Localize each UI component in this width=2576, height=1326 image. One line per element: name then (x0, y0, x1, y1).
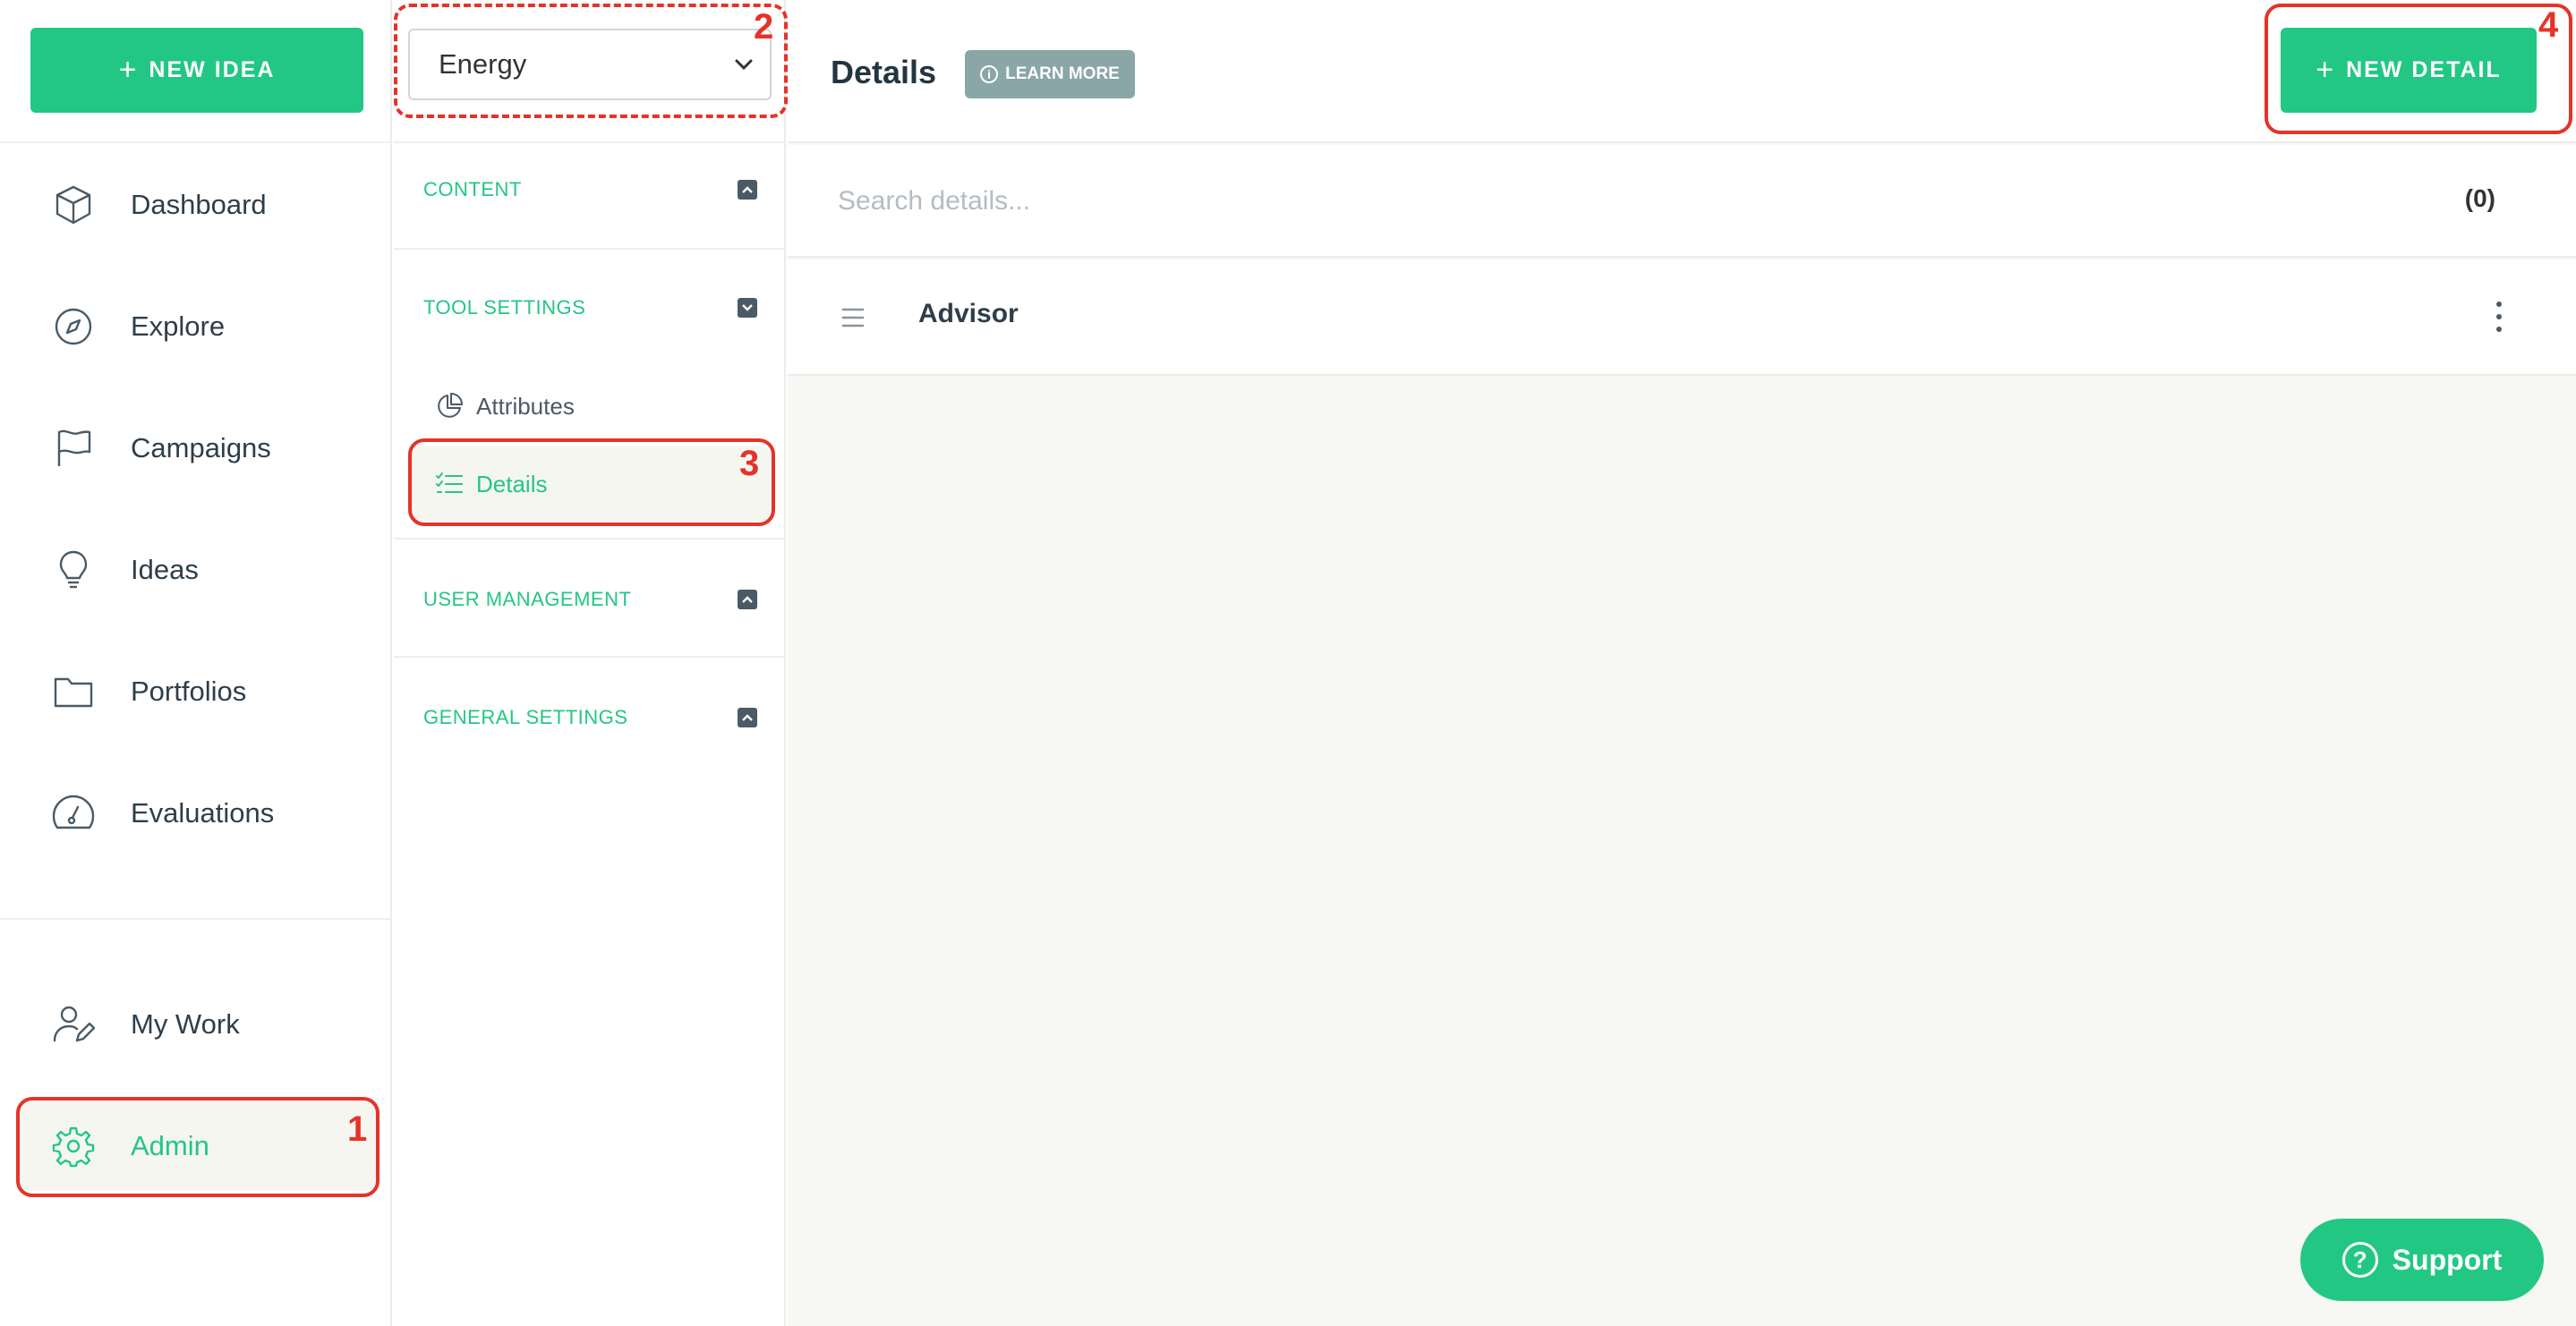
chevron-down-icon (735, 59, 753, 71)
section-content[interactable]: CONTENT (394, 163, 786, 217)
new-idea-label: NEW IDEA (149, 57, 276, 82)
support-label: Support (2392, 1243, 2503, 1276)
info-icon: i (980, 65, 999, 83)
main-content: Details i LEARN MORE + NEW DETAIL (0) Ad… (788, 0, 2576, 1326)
page-header: Details i LEARN MORE + NEW DETAIL (788, 0, 2576, 143)
folder-icon (54, 677, 93, 708)
new-detail-label: NEW DETAIL (2346, 57, 2502, 82)
page-title: Details (831, 54, 937, 90)
section-title: TOOL SETTINGS (423, 296, 586, 319)
sub-item-label: Attributes (476, 392, 575, 420)
new-idea-button[interactable]: + NEW IDEA (30, 28, 363, 113)
panel-divider (394, 538, 786, 540)
gauge-icon (52, 795, 95, 829)
sidebar-divider (0, 918, 392, 920)
section-title: CONTENT (423, 178, 522, 200)
sidebar-item-evaluations[interactable]: Evaluations (16, 769, 376, 858)
cube-icon (55, 185, 91, 225)
organization-select[interactable]: Energy (408, 29, 772, 100)
search-bar: (0) (788, 145, 2576, 258)
gear-icon (52, 1126, 95, 1168)
pie-chart-icon (438, 393, 463, 418)
section-title: GENERAL SETTINGS (423, 706, 628, 728)
flag-icon (57, 429, 91, 466)
plus-icon: + (2316, 53, 2334, 87)
sidebar-item-label: Campaigns (131, 432, 271, 463)
sidebar-item-ideas[interactable]: Ideas (16, 525, 376, 615)
help-icon: ? (2341, 1242, 2378, 1278)
panel-divider (394, 141, 786, 143)
learn-more-label: LEARN MORE (1005, 64, 1120, 83)
chevron-up-icon[interactable] (738, 180, 757, 200)
more-options-icon[interactable] (2490, 297, 2508, 336)
search-input[interactable] (838, 172, 2270, 231)
lightbulb-icon (59, 550, 88, 589)
sub-item-label: Details (476, 470, 548, 497)
plus-icon: + (118, 53, 137, 87)
sidebar-item-label: Admin (131, 1130, 209, 1161)
sidebar-item-dashboard[interactable]: Dashboard (16, 160, 376, 250)
support-button[interactable]: ? Support (2300, 1219, 2544, 1301)
main-sidebar: + NEW IDEA Dashboard Explore Campaigns I… (0, 0, 392, 1326)
tool-settings-item-attributes[interactable]: Attributes (410, 369, 772, 444)
admin-settings-panel: Energy CONTENT TOOL SETTINGS Attributes (394, 0, 786, 1326)
detail-row[interactable]: Advisor (788, 259, 2576, 376)
section-user-management[interactable]: USER MANAGEMENT (394, 573, 786, 626)
sidebar-item-label: Portfolios (131, 676, 247, 707)
tool-settings-item-details[interactable]: Details (410, 446, 772, 522)
drag-handle-icon[interactable] (841, 302, 865, 333)
checklist-icon (436, 472, 463, 493)
new-detail-button[interactable]: + NEW DETAIL (2281, 28, 2537, 113)
detail-name: Advisor (918, 299, 1019, 328)
user-edit-icon (53, 1006, 95, 1042)
sidebar-item-label: Ideas (131, 554, 199, 585)
learn-more-button[interactable]: i LEARN MORE (965, 50, 1135, 98)
sidebar-item-label: My Work (131, 1008, 240, 1040)
sidebar-item-label: Dashboard (131, 189, 267, 220)
chevron-down-icon[interactable] (738, 298, 757, 318)
sidebar-item-campaigns[interactable]: Campaigns (16, 404, 376, 493)
sidebar-divider (0, 141, 392, 143)
organization-select-value: Energy (439, 48, 527, 80)
section-general-settings[interactable]: GENERAL SETTINGS (394, 691, 786, 744)
section-title: USER MANAGEMENT (423, 588, 632, 610)
sidebar-item-label: Evaluations (131, 797, 275, 829)
section-tool-settings[interactable]: TOOL SETTINGS (394, 281, 786, 335)
panel-divider (394, 656, 786, 658)
panel-divider (394, 248, 786, 250)
sidebar-item-admin[interactable]: Admin (16, 1101, 376, 1191)
sidebar-item-my-work[interactable]: My Work (16, 980, 376, 1069)
results-count: (0) (2464, 184, 2495, 212)
sidebar-item-label: Explore (131, 310, 226, 342)
sidebar-item-portfolios[interactable]: Portfolios (16, 647, 376, 736)
chevron-up-icon[interactable] (738, 708, 757, 727)
compass-icon (55, 308, 92, 345)
sidebar-item-explore[interactable]: Explore (16, 282, 376, 371)
chevron-up-icon[interactable] (738, 590, 757, 609)
